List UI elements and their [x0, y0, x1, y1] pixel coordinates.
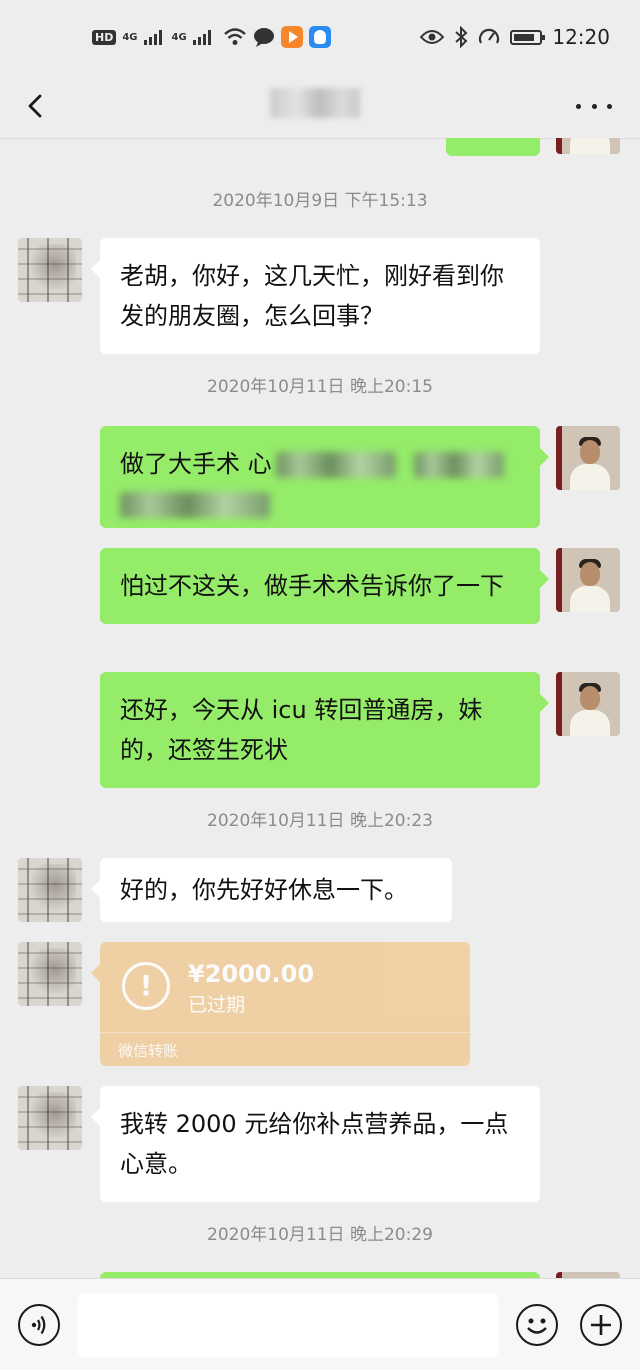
- data-speed-icon: [479, 28, 500, 44]
- timestamp: 2020年10月11日 晚上20:15: [207, 377, 433, 397]
- ellipsis-icon: [576, 103, 612, 109]
- wifi-icon: [223, 28, 246, 45]
- emoji-icon: [527, 1318, 547, 1334]
- timestamp: 2020年10月11日 晚上20:29: [207, 1225, 433, 1245]
- transfer-amount: ¥2000.00: [188, 960, 315, 988]
- message-input[interactable]: [78, 1293, 498, 1357]
- network-4g-indicator: 4G: [122, 31, 138, 43]
- chat-header: [0, 74, 640, 139]
- bluetooth-icon: [455, 26, 468, 48]
- battery-icon: [510, 29, 546, 45]
- network-4g-indicator-2: 4G: [171, 31, 187, 43]
- signal-icon-2: [192, 29, 211, 45]
- hd-indicator: HD: [92, 29, 117, 45]
- timestamp: 2020年10月9日 下午15:13: [212, 191, 428, 211]
- self-avatar[interactable]: [556, 548, 620, 612]
- message-bubble-outgoing[interactable]: 怕过不这关，做手术术告诉你了一下: [100, 548, 549, 624]
- exclamation-circle-icon: !: [122, 962, 170, 1010]
- signal-icon: [143, 29, 162, 45]
- status-left-indicators: HD 4G 4G: [92, 24, 331, 50]
- message-bubble-incoming[interactable]: 好的，你先好好休息一下。: [91, 858, 452, 922]
- contact-avatar[interactable]: [18, 238, 82, 302]
- status-right-indicators: 12:20: [420, 24, 610, 50]
- more-options-button[interactable]: [576, 94, 612, 118]
- eye-icon: [420, 30, 445, 44]
- transfer-label: 微信转账: [118, 1042, 179, 1060]
- self-avatar[interactable]: [556, 138, 620, 154]
- wechat-transfer-card[interactable]: ! ¥2000.00 已过期 微信转账: [91, 942, 470, 1066]
- voice-icon: [31, 1315, 46, 1335]
- input-bar: [0, 1278, 640, 1370]
- self-avatar[interactable]: [556, 426, 620, 490]
- status-time: 12:20: [552, 25, 610, 49]
- qq-app-icon: [308, 26, 331, 48]
- chevron-left-icon: [28, 94, 42, 118]
- transfer-status: 已过期: [188, 994, 246, 1016]
- self-avatar[interactable]: [556, 672, 620, 736]
- message-bubble-incoming[interactable]: 我转 2000 元给你补点营养品，一点心意。: [91, 1086, 540, 1202]
- message-bubble-partial-top[interactable]: [446, 138, 540, 156]
- message-bubble-outgoing[interactable]: 还好，今天从 icu 转回普通房，妹的，还签生死状: [100, 672, 549, 788]
- message-bubble-outgoing[interactable]: 做了大手术 心: [100, 426, 549, 528]
- obscured-text: [120, 492, 270, 518]
- contact-name-obscured: [270, 88, 360, 118]
- plus-button[interactable]: [580, 1304, 622, 1346]
- obscured-text: [275, 452, 396, 478]
- timestamp: 2020年10月11日 晚上20:23: [207, 811, 433, 831]
- contact-avatar[interactable]: [18, 858, 82, 922]
- contact-avatar[interactable]: [18, 1086, 82, 1150]
- video-app-icon: [280, 26, 303, 48]
- chat-notification-icon: [253, 28, 274, 47]
- status-bar: HD 4G 4G 12:20: [0, 0, 640, 74]
- chat-message-list[interactable]: 2020年10月9日 下午15:13 老胡，你好，这几天忙，刚好看到你发的朋友圈…: [0, 138, 640, 1278]
- message-bubble-incoming[interactable]: 老胡，你好，这几天忙，刚好看到你发的朋友圈，怎么回事？: [91, 238, 540, 354]
- divider: [100, 1032, 470, 1033]
- plus-icon: [591, 1315, 611, 1335]
- back-button[interactable]: [18, 88, 54, 124]
- message-text-visible: 做了大手术 心: [120, 450, 272, 478]
- voice-button[interactable]: [18, 1304, 60, 1346]
- emoji-button[interactable]: [516, 1304, 558, 1346]
- contact-avatar[interactable]: [18, 942, 82, 1006]
- obscured-text: [413, 452, 504, 478]
